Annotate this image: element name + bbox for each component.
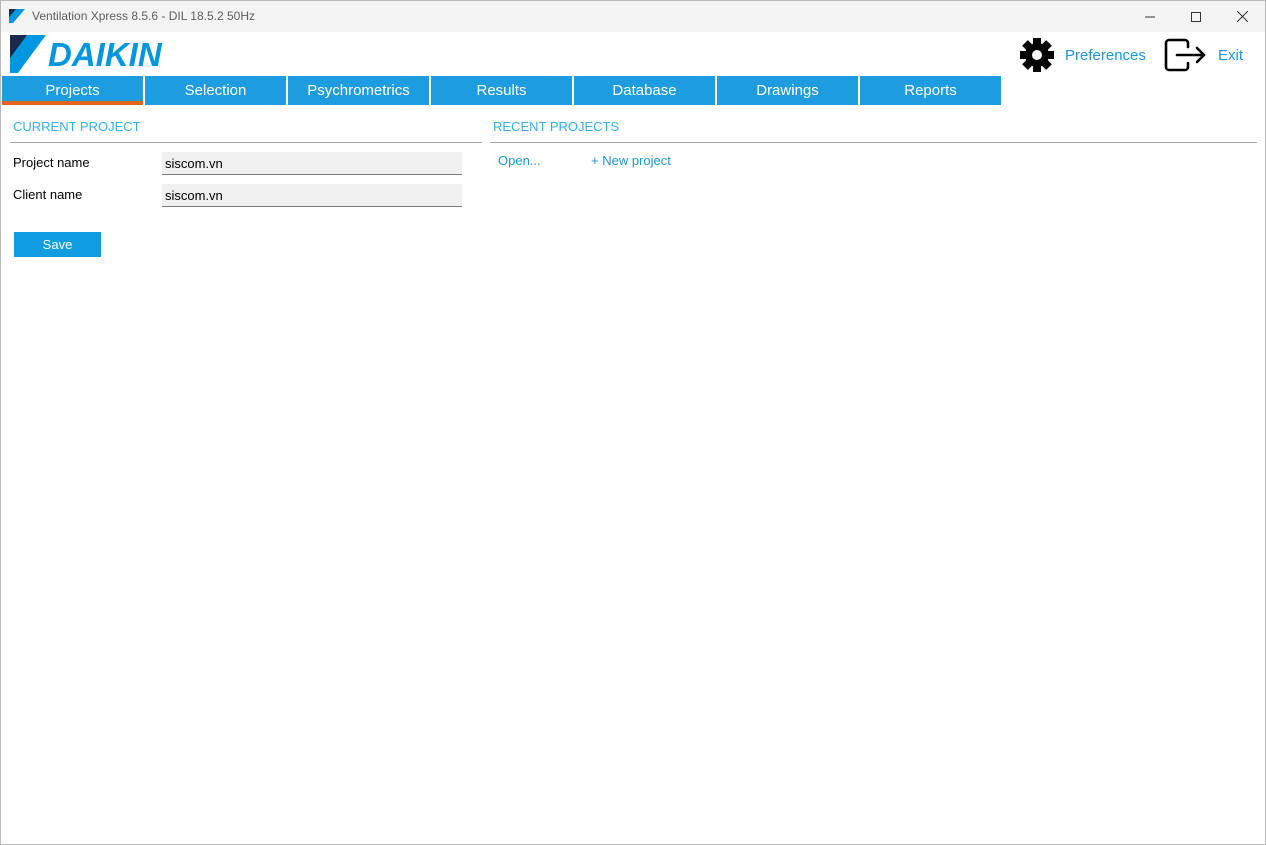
client-name-label: Client name bbox=[13, 187, 83, 202]
exit-icon bbox=[1164, 38, 1206, 72]
preferences-button[interactable]: Preferences bbox=[1019, 37, 1146, 73]
minimize-button[interactable] bbox=[1127, 1, 1173, 32]
tab-projects[interactable]: Projects bbox=[2, 76, 143, 105]
project-name-input[interactable] bbox=[162, 152, 462, 175]
current-project-divider bbox=[10, 142, 482, 143]
tab-selection[interactable]: Selection bbox=[145, 76, 286, 105]
close-icon bbox=[1236, 11, 1248, 22]
exit-label: Exit bbox=[1218, 46, 1244, 64]
tab-results[interactable]: Results bbox=[431, 76, 572, 105]
gear-icon bbox=[1020, 38, 1054, 72]
tab-reports[interactable]: Reports bbox=[860, 76, 1001, 105]
title-bar: Ventilation Xpress 8.5.6 - DIL 18.5.2 50… bbox=[1, 1, 1265, 32]
recent-projects-divider bbox=[490, 142, 1257, 143]
close-button[interactable] bbox=[1219, 1, 1265, 32]
tab-psychrometrics[interactable]: Psychrometrics bbox=[288, 76, 429, 105]
recent-projects-title: RECENT PROJECTS bbox=[493, 119, 620, 134]
daikin-logo: DAIKIN bbox=[10, 35, 163, 73]
tab-database[interactable]: Database bbox=[574, 76, 715, 105]
save-button[interactable]: Save bbox=[14, 232, 101, 257]
minimize-icon bbox=[1145, 16, 1155, 17]
app-window: Ventilation Xpress 8.5.6 - DIL 18.5.2 50… bbox=[0, 0, 1266, 845]
client-name-input[interactable] bbox=[162, 184, 462, 207]
app-logo-icon bbox=[9, 9, 25, 23]
maximize-button[interactable] bbox=[1173, 1, 1219, 32]
tab-drawings[interactable]: Drawings bbox=[717, 76, 858, 105]
project-name-label: Project name bbox=[13, 155, 90, 170]
preferences-label: Preferences bbox=[1065, 46, 1146, 64]
open-project-link[interactable]: Open... bbox=[498, 153, 541, 168]
current-project-title: CURRENT PROJECT bbox=[13, 119, 141, 134]
maximize-icon bbox=[1191, 11, 1201, 22]
logo-text: DAIKIN bbox=[48, 36, 163, 73]
exit-button[interactable]: Exit bbox=[1164, 37, 1243, 73]
new-project-link[interactable]: + New project bbox=[591, 153, 671, 168]
window-title: Ventilation Xpress 8.5.6 - DIL 18.5.2 50… bbox=[32, 9, 256, 23]
